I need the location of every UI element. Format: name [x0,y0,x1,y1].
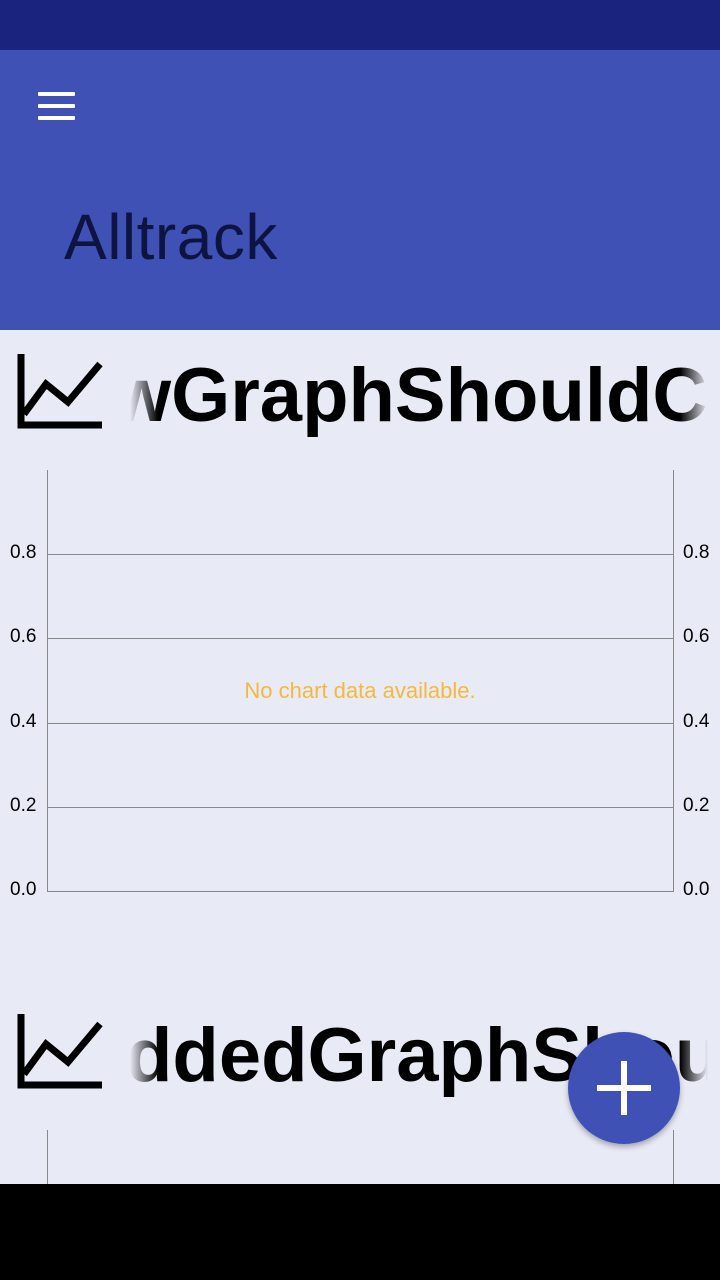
y-axis-left-tick: 0.0 [10,879,37,900]
y-axis-left-tick: 0.2 [10,795,37,816]
add-graph-button[interactable] [568,1032,680,1144]
line-chart-icon [17,354,103,429]
app-title: Alltrack [64,201,278,273]
status-bar [0,0,720,50]
y-axis-right-tick: 0.4 [683,711,710,732]
y-axis-right-tick: 0.6 [683,626,710,647]
graph-card[interactable]: wGraphShouldCre 0.8 0.6 0.4 0.2 0.0 0.8 … [0,330,720,930]
y-axis-right-tick: 0.0 [683,879,710,900]
no-data-message: No chart data available. [244,678,476,703]
y-axis-right-tick: 0.8 [683,542,710,563]
app-bar: Alltrack [0,50,720,330]
line-chart-icon [17,1014,103,1089]
y-axis-right-tick: 0.2 [683,795,710,816]
graph-title-marquee: wGraphShouldCre [130,350,708,450]
menu-button[interactable] [22,84,90,128]
y-axis-left-tick: 0.4 [10,711,37,732]
y-axis-left-tick: 0.8 [10,542,37,563]
navigation-bar [0,1184,720,1280]
graph-title: wGraphShouldCre [130,353,708,438]
y-axis-left-tick: 0.6 [10,626,37,647]
